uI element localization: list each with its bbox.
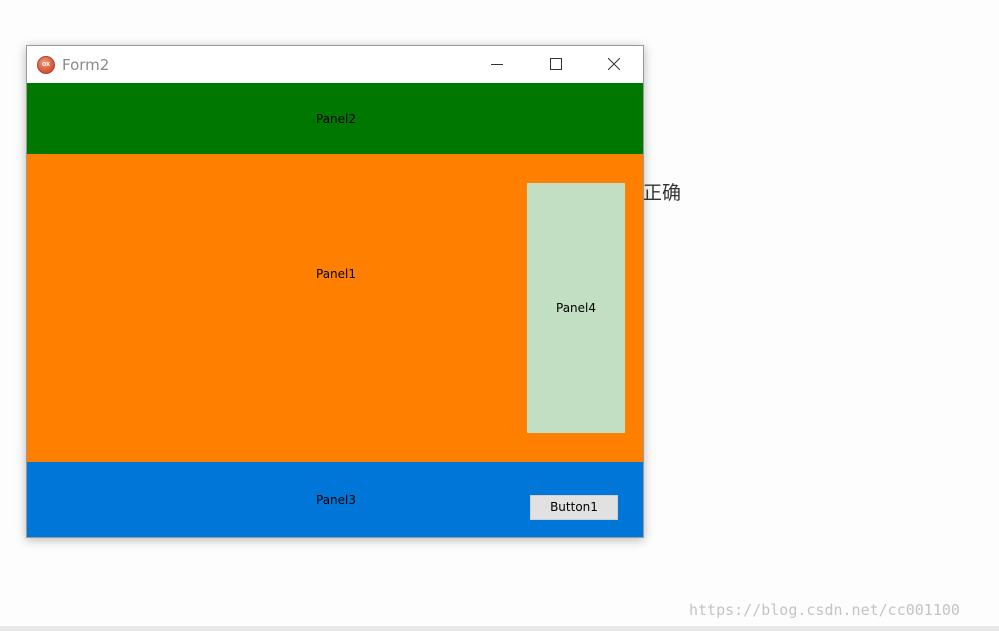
watermark-text: https://blog.csdn.net/cc001100 — [689, 601, 960, 619]
close-button[interactable] — [591, 46, 637, 83]
panel1: Panel1 Panel4 — [27, 154, 643, 462]
panel1-label: Panel1 — [316, 267, 357, 281]
panel2: Panel2 — [27, 83, 643, 154]
form2-window[interactable]: OX Form2 Panel2 Panel1 Panel4 Panel3 But… — [26, 45, 644, 538]
panel4: Panel4 — [527, 183, 625, 433]
bottom-divider — [0, 626, 999, 631]
window-title: Form2 — [62, 56, 110, 74]
button1[interactable]: Button1 — [530, 495, 618, 520]
maximize-button[interactable] — [533, 46, 579, 83]
minimize-button[interactable] — [474, 46, 520, 83]
close-icon — [608, 58, 620, 70]
panel3-label: Panel3 — [316, 493, 357, 507]
panel3: Panel3 Button1 — [27, 462, 643, 537]
minimize-icon — [491, 64, 503, 65]
maximize-icon — [550, 58, 562, 70]
panel4-label: Panel4 — [556, 301, 597, 315]
desktop-background: OX Form2 Panel2 Panel1 Panel4 Panel3 But… — [0, 0, 999, 631]
panel2-label: Panel2 — [316, 112, 357, 126]
app-icon: OX — [37, 56, 55, 74]
title-bar[interactable]: OX Form2 — [27, 46, 643, 83]
annotation-text: 正确 — [643, 182, 682, 204]
